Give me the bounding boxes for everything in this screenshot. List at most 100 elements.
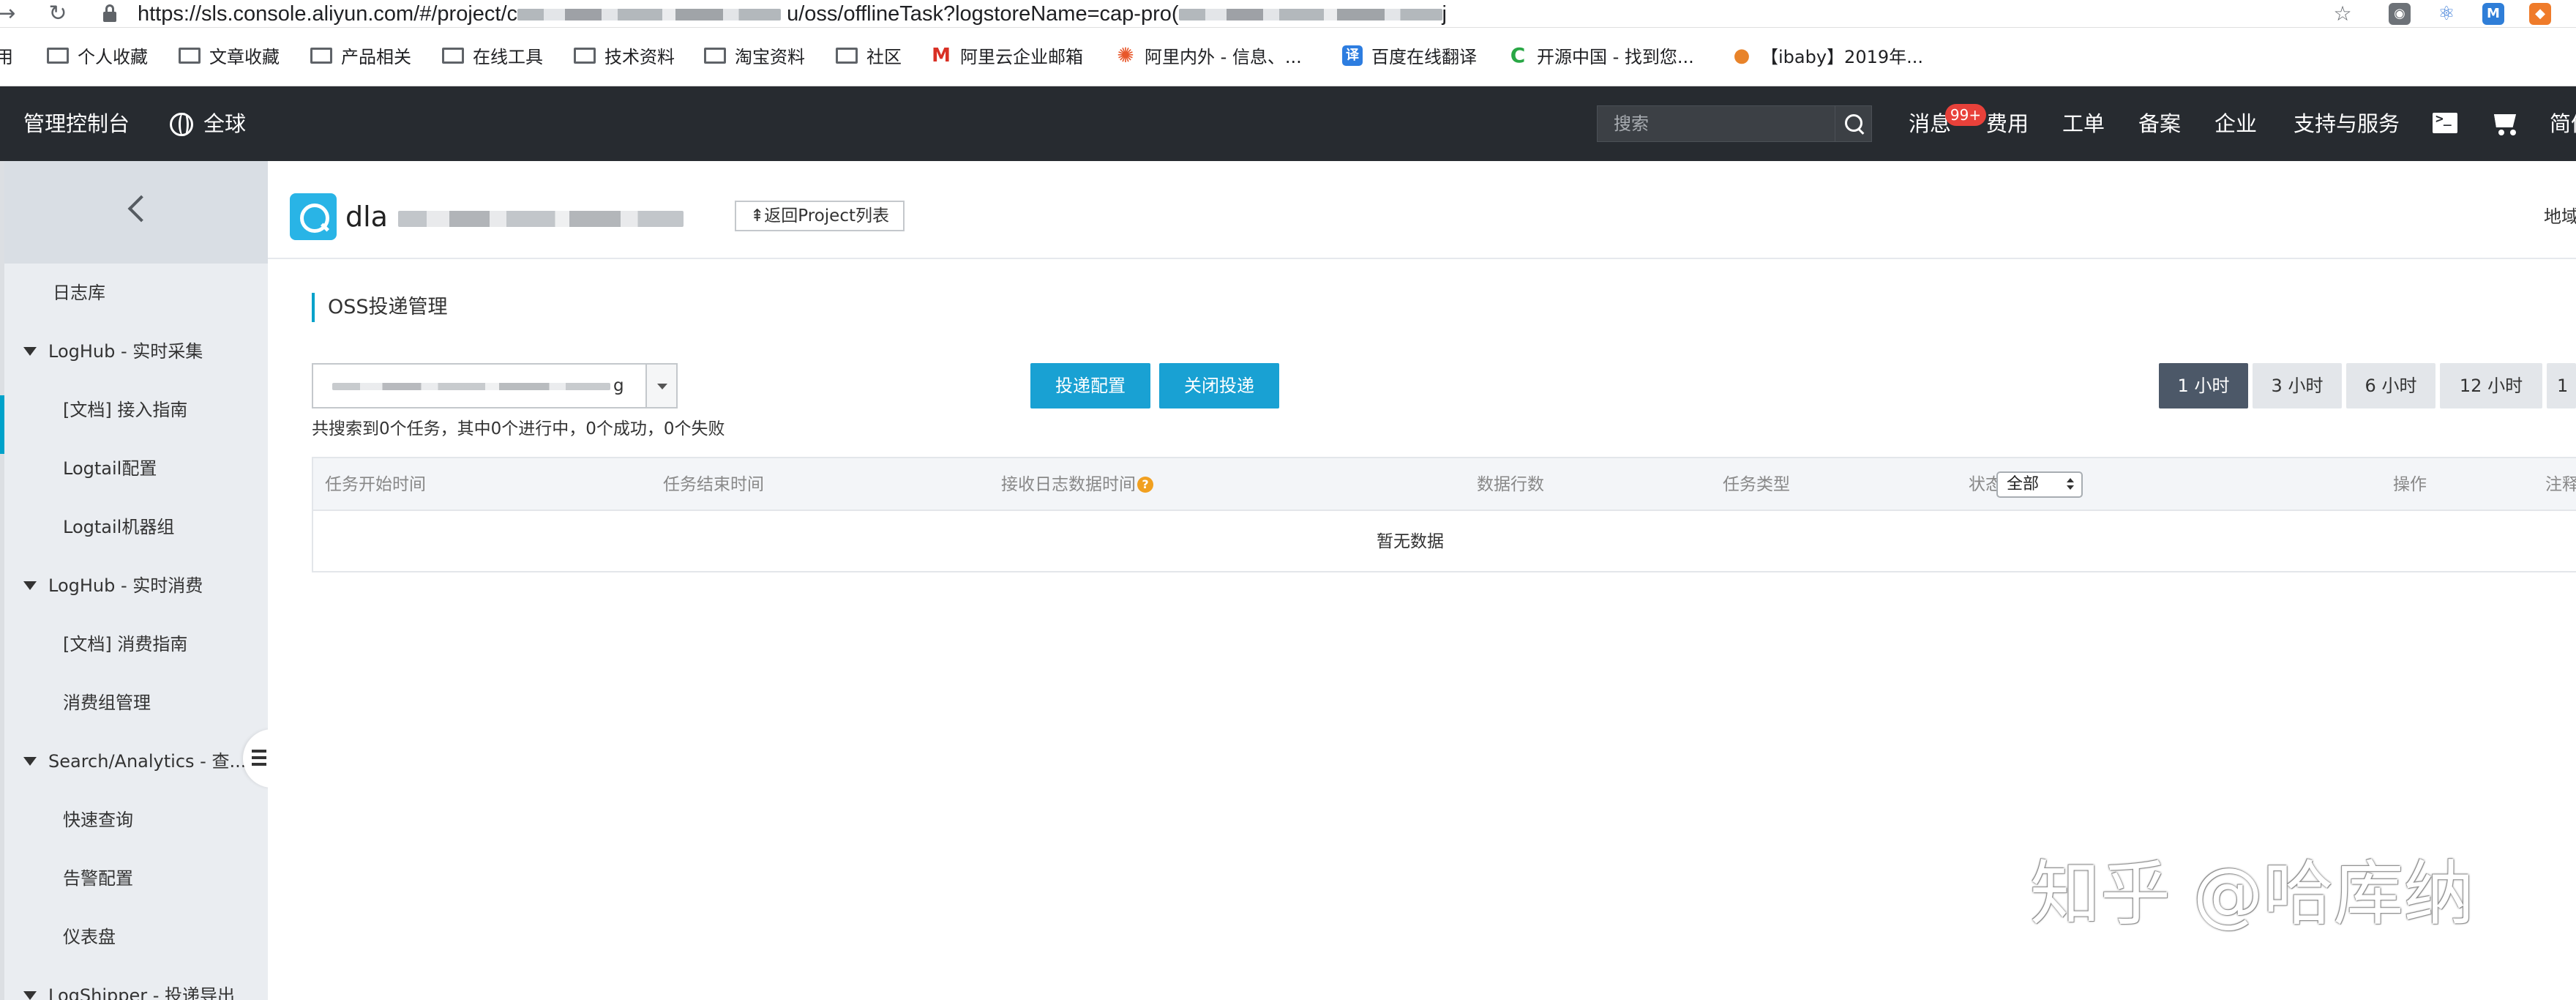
m-extension-icon[interactable]: M bbox=[2482, 3, 2504, 25]
close-shipping-button[interactable]: 关闭投递 bbox=[1159, 363, 1279, 408]
logstore-redacted bbox=[332, 382, 610, 390]
sidebar-group-loghub-consume[interactable]: LogHub - 实时消费 bbox=[4, 556, 268, 615]
folder-icon bbox=[47, 48, 69, 64]
bookmark-label: 技术资料 bbox=[604, 47, 675, 67]
react-extension-icon[interactable]: ⚛ bbox=[2435, 3, 2457, 25]
time-range-12h[interactable]: 12 小时 bbox=[2440, 363, 2542, 408]
sidebar-group-search-analytics[interactable]: Search/Analytics - 查... bbox=[4, 732, 268, 791]
bookmark-cut-label: 用 bbox=[0, 47, 13, 67]
url-visible-part-3: j bbox=[1442, 2, 1447, 26]
sidebar-item-consumer-group[interactable]: 消费组管理 bbox=[4, 673, 268, 732]
console-title-link[interactable]: 管理控制台 bbox=[23, 86, 130, 161]
sidebar: 日志库 LogHub - 实时采集 [文档] 接入指南 Logtail配置 Lo… bbox=[0, 161, 272, 1000]
bookmark-star-icon[interactable]: ☆ bbox=[2330, 1, 2355, 26]
column-header-end-time: 任务结束时间 bbox=[663, 475, 764, 494]
chevron-down-icon[interactable] bbox=[645, 365, 676, 407]
nav-support[interactable]: 支持与服务 bbox=[2294, 86, 2400, 161]
logstore-visible-suffix: g bbox=[613, 376, 624, 395]
sidebar-group-logshipper[interactable]: LogShipper - 投递导出 bbox=[4, 966, 268, 1000]
message-count-badge: 99+ bbox=[1945, 104, 1986, 126]
language-selector[interactable]: 简体 bbox=[2550, 86, 2576, 161]
translate-icon: 译 bbox=[1342, 45, 1363, 66]
time-range-1h[interactable]: 1 小时 bbox=[2159, 363, 2248, 408]
sidebar-item-logstores[interactable]: 日志库 bbox=[4, 264, 268, 322]
bookmark-label: 阿里内外 - 信息、... bbox=[1145, 47, 1302, 67]
bookmarks-bar: 用 个人收藏 文章收藏 产品相关 在线工具 技术资料 淘宝资料 社区 M 阿里云企… bbox=[0, 28, 2576, 86]
back-to-project-list-button[interactable]: ⇞返回Project列表 bbox=[735, 201, 905, 231]
bookmark-link[interactable]: ● 【ibaby】2019年... bbox=[1731, 28, 1923, 86]
search-input[interactable] bbox=[1598, 106, 1836, 141]
bookmark-link[interactable]: C 开源中国 - 找到您... bbox=[1508, 28, 1694, 86]
project-name-visible: dla bbox=[345, 201, 388, 233]
sidebar-item-alert-config[interactable]: 告警配置 bbox=[4, 849, 268, 908]
sidebar-item-consume-guide[interactable]: [文档] 消费指南 bbox=[4, 615, 268, 673]
logstore-select[interactable]: g bbox=[312, 363, 678, 408]
bookmark-folder[interactable]: 文章收藏 bbox=[179, 28, 280, 86]
project-name: dla bbox=[345, 193, 684, 240]
menu-icon bbox=[252, 750, 266, 766]
time-range-6h[interactable]: 6 小时 bbox=[2346, 363, 2435, 408]
bookmark-folder[interactable]: 个人收藏 bbox=[47, 28, 148, 86]
bookmark-label: 百度在线翻译 bbox=[1371, 47, 1477, 67]
sidebar-item-access-guide[interactable]: [文档] 接入指南 bbox=[4, 381, 268, 439]
sidebar-item-dashboard[interactable]: 仪表盘 bbox=[4, 908, 268, 966]
nav-tickets[interactable]: 工单 bbox=[2062, 86, 2105, 161]
orange-extension-icon[interactable]: ◆ bbox=[2529, 3, 2551, 25]
bookmark-folder[interactable]: 技术资料 bbox=[574, 28, 675, 86]
project-header: dla ⇞返回Project列表 地域 bbox=[268, 161, 2576, 259]
folder-icon bbox=[574, 48, 596, 64]
sun-icon: ✺ bbox=[1115, 45, 1136, 66]
bookmark-folder[interactable]: 在线工具 bbox=[442, 28, 543, 86]
bookmark-label: 个人收藏 bbox=[78, 47, 148, 67]
time-range-more[interactable]: 1 bbox=[2547, 363, 2576, 408]
bookmark-label: 文章收藏 bbox=[209, 47, 280, 67]
url-text[interactable]: https://sls.console.aliyun.com/#/project… bbox=[138, 0, 1447, 28]
bookmark-label: 产品相关 bbox=[341, 47, 411, 67]
terminal-icon[interactable] bbox=[2433, 111, 2457, 133]
shipping-config-button[interactable]: 投递配置 bbox=[1030, 363, 1150, 408]
bookmark-link[interactable]: ✺ 阿里内外 - 信息、... bbox=[1115, 28, 1302, 86]
bookmark-label: 社区 bbox=[866, 47, 902, 67]
page-title: OSS投递管理 bbox=[312, 293, 448, 322]
folder-icon bbox=[704, 48, 726, 64]
messages-link[interactable]: 消息 bbox=[1909, 86, 1951, 161]
url-redacted-1 bbox=[517, 9, 782, 21]
empty-state: 暂无数据 bbox=[1377, 532, 1444, 551]
search-box bbox=[1597, 105, 1872, 142]
mail-icon: M bbox=[931, 45, 951, 67]
bookmark-folder[interactable]: 产品相关 bbox=[310, 28, 411, 86]
bookmark-link[interactable]: M 阿里云企业邮箱 bbox=[931, 28, 1083, 86]
camera-extension-icon[interactable]: ◉ bbox=[2389, 3, 2411, 25]
status-filter-select[interactable]: 全部 bbox=[1996, 471, 2083, 498]
nav-enterprise[interactable]: 企业 bbox=[2214, 86, 2257, 161]
table-header: 任务开始时间 任务结束时间 接收日志数据时间? 数据行数 任务类型 状态 全部 … bbox=[313, 458, 2576, 511]
nav-filing[interactable]: 备案 bbox=[2138, 86, 2181, 161]
sidebar-item-logtail-machine-group[interactable]: Logtail机器组 bbox=[4, 498, 268, 556]
search-icon[interactable] bbox=[1835, 106, 1871, 141]
folder-icon bbox=[179, 48, 201, 64]
url-visible-part-2: u/oss/offlineTask?logstoreName=cap-pro( bbox=[787, 2, 1179, 26]
log-service-logo-icon bbox=[290, 193, 337, 240]
page-root: → ↻ https://sls.console.aliyun.com/#/pro… bbox=[0, 0, 2576, 1000]
nav-fees[interactable]: 费用 bbox=[1986, 86, 2029, 161]
receive-time-label: 接收日志数据时间 bbox=[1001, 475, 1136, 494]
sidebar-group-loghub-collect[interactable]: LogHub - 实时采集 bbox=[4, 322, 268, 381]
region-selector[interactable]: 全球 bbox=[203, 86, 246, 161]
bookmark-folder[interactable]: 社区 bbox=[836, 28, 902, 86]
sidebar-item-logtail-config[interactable]: Logtail配置 bbox=[4, 439, 268, 498]
help-icon[interactable]: ? bbox=[1137, 477, 1153, 493]
time-range-3h[interactable]: 3 小时 bbox=[2253, 363, 2342, 408]
column-header-receive-time: 接收日志数据时间? bbox=[1001, 458, 1153, 511]
back-arrow-icon[interactable]: → bbox=[0, 0, 18, 28]
folder-icon bbox=[836, 48, 858, 64]
bookmark-cut[interactable]: 用 bbox=[0, 28, 13, 86]
logstore-value: g bbox=[332, 365, 624, 407]
cart-icon[interactable] bbox=[2490, 111, 2519, 136]
reload-icon[interactable]: ↻ bbox=[47, 0, 69, 28]
bookmark-folder[interactable]: 淘宝资料 bbox=[704, 28, 805, 86]
sidebar-collapse-button[interactable] bbox=[4, 161, 268, 264]
sidebar-item-quick-query[interactable]: 快速查询 bbox=[4, 791, 268, 849]
column-header-row-count: 数据行数 bbox=[1477, 475, 1544, 494]
task-table: 任务开始时间 任务结束时间 接收日志数据时间? 数据行数 任务类型 状态 全部 … bbox=[312, 457, 2576, 572]
bookmark-link[interactable]: 译百度在线翻译 bbox=[1342, 28, 1477, 86]
